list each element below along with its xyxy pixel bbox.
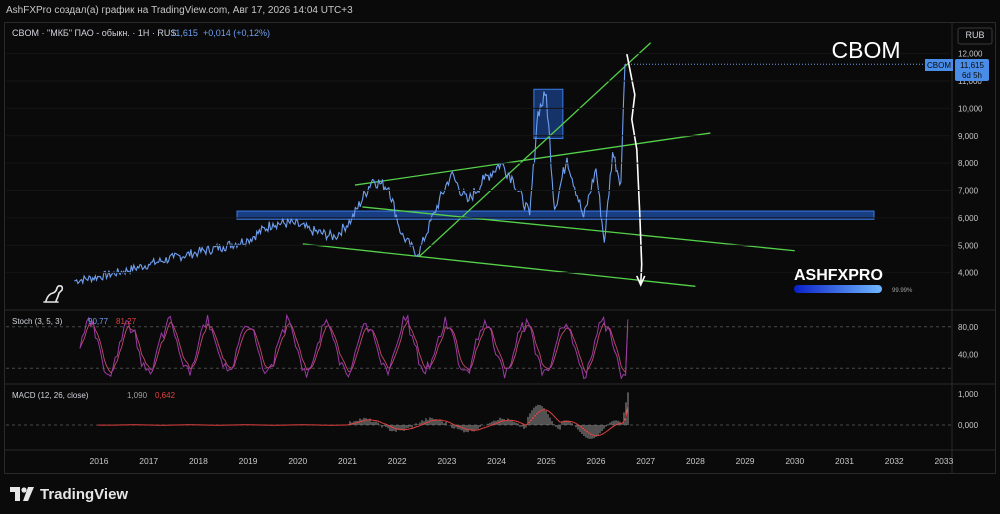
macd-legend-v2: 0,642: [155, 391, 176, 400]
time-tick-label: 2017: [139, 456, 158, 466]
time-tick-label: 2030: [785, 456, 804, 466]
stoch-legend-d: 81,27: [116, 317, 137, 326]
time-tick-label: 2026: [587, 456, 606, 466]
time-tick-label: 2022: [388, 456, 407, 466]
stoch-legend-label[interactable]: Stoch (3, 5, 3): [12, 317, 63, 326]
brand-name: ASHFXPRO: [794, 267, 883, 284]
currency-label[interactable]: RUB: [965, 30, 984, 40]
price-tick-label: 4,000: [958, 269, 979, 278]
price-tick-label: 10,000: [958, 104, 983, 113]
macd-tick-label: 1,000: [958, 390, 979, 399]
tradingview-footer[interactable]: TradingView: [10, 482, 128, 506]
price-tick-label: 5,000: [958, 241, 979, 250]
time-tick-label: 2020: [288, 456, 307, 466]
price-tick-label: 12,000: [958, 50, 983, 59]
time-tick-label: 2023: [437, 456, 456, 466]
time-tick-label: 2032: [885, 456, 904, 466]
change-legend: +0,014 (+0,12%): [203, 28, 270, 38]
tradingview-logo-icon: [10, 487, 34, 501]
price-tag-symbol: CBOM: [927, 61, 951, 70]
time-tick-label: 2033: [934, 456, 953, 466]
trend-line: [302, 243, 696, 287]
macd-tick-label: 0,000: [958, 421, 979, 430]
stoch-tick-label: 80,00: [958, 323, 979, 332]
stoch-k-line: [79, 313, 629, 380]
price-tag-countdown: 6d 5h: [962, 71, 982, 80]
time-tick-label: 2024: [487, 456, 506, 466]
stoch-legend-k: 90,77: [88, 317, 109, 326]
projection-arrow: [626, 53, 643, 285]
last-price-legend: 11,615: [171, 28, 198, 38]
price-tick-label: 7,000: [958, 187, 979, 196]
price-tag-price: 11,615: [960, 61, 984, 70]
brand-progress-label: 99.99%: [892, 288, 913, 294]
axes: 4,0005,0006,0007,0008,0009,00010,00011,0…: [6, 50, 983, 466]
time-tick-label: 2031: [835, 456, 854, 466]
time-tick-label: 2021: [338, 456, 357, 466]
time-tick-label: 2019: [239, 456, 258, 466]
macd-legend-v1: 1,090: [127, 391, 148, 400]
macd-legend-label[interactable]: MACD (12, 26, close): [12, 391, 89, 400]
main-pane: [74, 42, 952, 287]
time-tick-label: 2016: [90, 456, 109, 466]
time-tick-label: 2018: [189, 456, 208, 466]
price-tick-label: 6,000: [958, 214, 979, 223]
symbol-legend[interactable]: CBOM · "МКБ" ПАО - обыкн. · 1H · RUS: [12, 28, 176, 38]
brand-progress-fill: [794, 285, 882, 293]
symbol-watermark: CBOM: [832, 37, 901, 63]
dinosaur-icon: [43, 284, 64, 303]
stoch-tick-label: 40,00: [958, 350, 979, 359]
price-tick-label: 8,000: [958, 159, 979, 168]
stoch-pane: [6, 313, 952, 380]
macd-pane: [6, 392, 952, 439]
time-tick-label: 2027: [636, 456, 655, 466]
time-tick-label: 2028: [686, 456, 705, 466]
time-tick-label: 2025: [537, 456, 556, 466]
chart-canvas[interactable]: 4,0005,0006,0007,0008,0009,00010,00011,0…: [0, 0, 1000, 514]
price-tick-label: 9,000: [958, 132, 979, 141]
time-tick-label: 2029: [736, 456, 755, 466]
stoch-d-line: [79, 319, 629, 374]
tradingview-brand: TradingView: [40, 485, 129, 503]
